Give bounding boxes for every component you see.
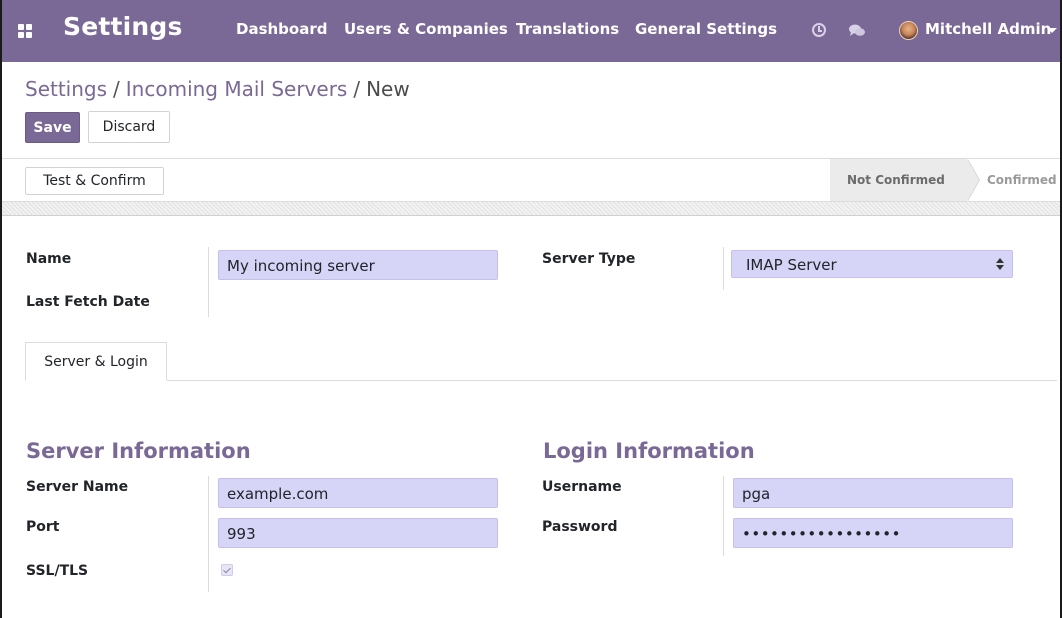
server-name-label: Server Name — [26, 479, 129, 495]
breadcrumb-separator: / — [353, 77, 361, 101]
login-information-title: Login Information — [543, 439, 755, 463]
password-label: Password — [542, 519, 618, 535]
chat-icon[interactable] — [848, 23, 866, 39]
ssl-tls-checkbox[interactable] — [221, 564, 233, 576]
username-label: Username — [542, 479, 622, 495]
field-divider — [208, 476, 209, 592]
status-bar: Test & Confirm Not Confirmed Confirmed — [2, 158, 1060, 202]
app-title[interactable]: Settings — [63, 12, 183, 41]
last-fetch-date-value[interactable] — [218, 290, 219, 318]
select-arrows-icon — [996, 257, 1004, 271]
activity-clock-icon[interactable] — [812, 23, 826, 37]
stage-arrow — [967, 159, 979, 201]
server-type-label: Server Type — [542, 251, 636, 267]
save-button[interactable]: Save — [25, 112, 80, 143]
user-menu-name[interactable]: Mitchell Admin — [925, 20, 1051, 38]
server-information-title: Server Information — [26, 439, 251, 463]
breadcrumb-separator: / — [113, 77, 120, 101]
top-navbar: Settings Dashboard Users & Companies Tra… — [2, 0, 1060, 62]
port-input[interactable]: 993 — [218, 518, 498, 548]
server-name-input[interactable]: example.com — [218, 478, 498, 508]
menu-dashboard[interactable]: Dashboard — [236, 20, 327, 38]
user-avatar[interactable] — [899, 21, 918, 40]
breadcrumb-settings[interactable]: Settings — [25, 77, 107, 101]
password-input[interactable]: ••••••••••••••••• — [733, 518, 1013, 548]
stage-confirmed[interactable]: Confirmed — [987, 173, 1057, 187]
menu-general-settings[interactable]: General Settings — [635, 20, 777, 38]
apps-menu-icon[interactable] — [18, 24, 32, 38]
ssl-tls-label: SSL/TLS — [26, 563, 89, 579]
menu-translations[interactable]: Translations — [516, 20, 619, 38]
server-type-value: IMAP Server — [746, 256, 837, 274]
username-input[interactable]: pga — [733, 478, 1013, 508]
tab-server-login[interactable]: Server & Login — [25, 342, 167, 381]
name-input[interactable]: My incoming server — [218, 250, 498, 280]
field-divider — [723, 476, 724, 556]
checkmark-icon — [223, 565, 231, 574]
field-divider — [723, 247, 724, 290]
port-label: Port — [26, 519, 60, 535]
menu-users-companies[interactable]: Users & Companies — [344, 20, 508, 38]
discard-button[interactable]: Discard — [88, 111, 170, 143]
stage-not-confirmed: Not Confirmed — [830, 159, 967, 201]
stage-label: Not Confirmed — [847, 173, 945, 187]
tab-divider — [25, 380, 1057, 381]
sheet-background — [2, 202, 1060, 216]
last-fetch-date-label: Last Fetch Date — [26, 294, 150, 310]
test-confirm-button[interactable]: Test & Confirm — [25, 167, 164, 195]
name-label: Name — [26, 251, 72, 267]
field-divider — [208, 247, 209, 317]
server-type-select[interactable]: IMAP Server — [731, 250, 1013, 278]
breadcrumb-current: New — [366, 77, 410, 101]
breadcrumb: Settings / Incoming Mail Servers / New — [25, 77, 410, 101]
app-window: Settings Dashboard Users & Companies Tra… — [0, 0, 1062, 618]
breadcrumb-incoming-mail-servers[interactable]: Incoming Mail Servers — [126, 77, 348, 101]
caret-down-icon[interactable] — [1047, 28, 1057, 33]
